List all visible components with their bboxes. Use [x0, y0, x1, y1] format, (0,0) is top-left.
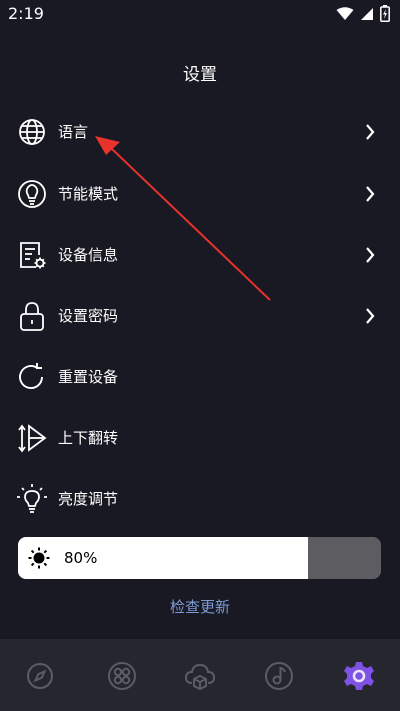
chevron-right-icon — [366, 124, 375, 140]
menu-item-device-info[interactable]: 设备信息 — [0, 231, 400, 281]
menu-label-device-info: 设备信息 — [58, 246, 119, 264]
menu-item-language[interactable]: 语言 — [0, 108, 400, 158]
page-title: 设置 — [183, 65, 217, 85]
menu-label-language: 语言 — [58, 123, 89, 141]
wifi-icon — [336, 6, 354, 20]
flip-icon — [18, 424, 47, 453]
brightness-value: 80% — [64, 549, 98, 567]
status-icons — [336, 5, 390, 22]
lock-icon — [20, 302, 44, 331]
status-bar: 2:19 — [0, 0, 400, 30]
menu-item-brightness: 亮度调节 — [0, 475, 400, 525]
menu-item-flip[interactable]: 上下翻转 — [0, 414, 400, 464]
cloud-box-icon[interactable] — [183, 659, 217, 693]
menu-label-power-saving: 节能模式 — [58, 185, 119, 203]
menu-label-set-password: 设置密码 — [58, 307, 119, 325]
chevron-right-icon — [366, 186, 375, 202]
bulb-icon — [18, 180, 46, 208]
settings-gear-icon[interactable] — [342, 659, 376, 693]
menu-item-set-password[interactable]: 设置密码 — [0, 292, 400, 342]
sun-icon — [28, 547, 50, 569]
signal-icon — [361, 7, 373, 20]
chevron-right-icon — [366, 308, 375, 324]
menu-label-reset-device: 重置设备 — [58, 368, 119, 386]
globe-icon — [19, 119, 45, 145]
bottom-nav — [0, 639, 400, 711]
refresh-icon — [19, 363, 43, 389]
device-info-icon — [20, 242, 46, 269]
battery-icon — [380, 5, 390, 22]
menu-label-flip: 上下翻转 — [58, 429, 119, 447]
brightness-bulb-icon — [17, 484, 47, 513]
menu-label-brightness: 亮度调节 — [58, 490, 119, 508]
compass-icon[interactable] — [23, 659, 57, 693]
grid-icon[interactable] — [105, 659, 139, 693]
check-update-link[interactable]: 检查更新 — [0, 596, 400, 617]
brightness-slider-fill — [18, 537, 308, 579]
menu-item-power-saving[interactable]: 节能模式 — [0, 170, 400, 220]
chevron-right-icon — [366, 247, 375, 263]
music-icon[interactable] — [262, 659, 296, 693]
menu-item-reset-device[interactable]: 重置设备 — [0, 353, 400, 403]
brightness-slider[interactable]: 80% — [18, 537, 381, 579]
status-time: 2:19 — [8, 4, 44, 23]
